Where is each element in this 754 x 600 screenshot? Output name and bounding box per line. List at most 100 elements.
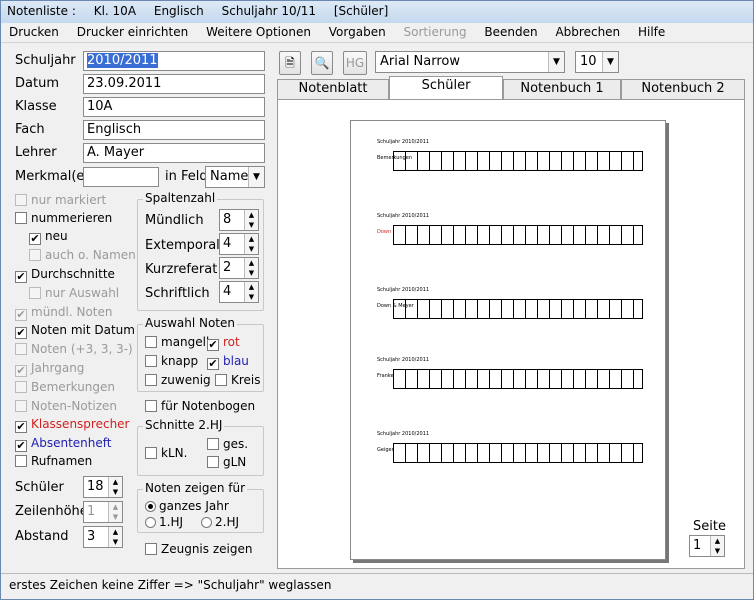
title-part: [Schüler]	[333, 4, 389, 18]
check-label: kLN.	[161, 446, 188, 460]
check-muendl-noten: ✔ mündl. Noten	[15, 305, 113, 321]
check-knapp[interactable]: knapp	[145, 354, 198, 368]
schriftlich-spinner[interactable]: 4 ▲ ▼	[219, 281, 259, 303]
check-nur-markiert: nur markiert	[15, 193, 106, 207]
check-noten-plus: Noten (+3, 3, 3-)	[15, 342, 133, 356]
check-rufnamen[interactable]: Rufnamen	[15, 454, 92, 468]
checkbox-icon	[29, 249, 41, 261]
checkbox-icon	[15, 455, 27, 467]
preview-block-name: Franke	[377, 373, 394, 379]
check-jahrgang: ✔ Jahrgang	[15, 361, 84, 377]
page-button[interactable]: 🗎	[279, 51, 301, 75]
lehrer-input[interactable]: A. Mayer	[83, 143, 265, 163]
checkmark-icon: ✔	[15, 270, 27, 283]
check-notenbogen[interactable]: für Notenbogen	[145, 399, 255, 413]
check-klassensprecher[interactable]: ✔ Klassensprecher	[15, 417, 130, 433]
spin-arrows-icon[interactable]: ▲ ▼	[244, 258, 258, 278]
schriftlich-value: 4	[223, 284, 232, 299]
checkmark-icon: ✔	[15, 439, 27, 452]
check-nummerieren[interactable]: nummerieren	[15, 211, 112, 225]
datum-input[interactable]: 23.09.2011	[83, 74, 265, 94]
zeilenhoehe-spinner: 1 ▲ ▼	[83, 501, 123, 523]
zoom-button[interactable]: 🔍	[311, 51, 333, 75]
check-zeugnis[interactable]: Zeugnis zeigen	[145, 542, 252, 556]
spin-arrows-icon[interactable]: ▲ ▼	[710, 536, 724, 556]
spin-arrows-icon[interactable]: ▲ ▼	[244, 210, 258, 230]
check-label: Klassensprecher	[31, 417, 130, 431]
merkmal-input[interactable]	[83, 167, 159, 187]
seite-label: Seite	[693, 519, 726, 534]
muendlich-spinner[interactable]: 8 ▲ ▼	[219, 209, 259, 231]
checkmark-icon: ✔	[15, 420, 27, 433]
menu-drucker-einrichten[interactable]: Drucker einrichten	[77, 25, 189, 39]
checkbox-icon	[145, 336, 157, 348]
tab-schueler[interactable]: Schüler	[389, 76, 503, 100]
check-neu[interactable]: ✔ neu	[29, 229, 68, 245]
spin-arrows-icon[interactable]: ▲ ▼	[244, 234, 258, 254]
klasse-label: Klasse	[15, 99, 57, 114]
schuljahr-label: Schuljahr	[15, 53, 76, 68]
menu-drucken[interactable]: Drucken	[9, 25, 59, 39]
menu-sortierung: Sortierung	[403, 25, 467, 39]
spin-arrows-icon[interactable]: ▲ ▼	[108, 477, 122, 497]
schuljahr-input[interactable]: 2010/2011	[83, 51, 265, 71]
checkbox-icon	[15, 343, 27, 355]
checkmark-icon: ✔	[15, 364, 27, 377]
check-blau[interactable]: ✔ blau	[207, 354, 249, 370]
muendlich-label: Mündlich	[145, 213, 204, 228]
check-absentenheft[interactable]: ✔ Absentenheft	[15, 436, 111, 452]
spin-arrows-icon[interactable]: ▲ ▼	[108, 527, 122, 547]
check-kreis[interactable]: Kreis	[215, 373, 261, 387]
abstand-spinner[interactable]: 3 ▲ ▼	[83, 526, 123, 548]
tab-notenblatt[interactable]: Notenblatt	[277, 79, 389, 99]
seite-spinner[interactable]: 1 ▲ ▼	[689, 535, 725, 557]
tab-notenbuch-2[interactable]: Notenbuch 2	[621, 79, 745, 99]
check-durchschnitte[interactable]: ✔ Durchschnitte	[15, 267, 115, 283]
menu-hilfe[interactable]: Hilfe	[638, 25, 665, 39]
check-kln[interactable]: kLN.	[145, 446, 187, 460]
size-select[interactable]: 10 ▼	[575, 51, 619, 73]
klasse-input[interactable]: 10A	[83, 97, 265, 117]
menu-beenden[interactable]: Beenden	[484, 25, 537, 39]
check-zuwenig[interactable]: zuwenig	[145, 373, 211, 387]
menu-weitere-optionen[interactable]: Weitere Optionen	[206, 25, 311, 39]
print-preview: Schuljahr 2010/2011 Bemerkungen Schuljah…	[277, 99, 745, 569]
spin-arrows-icon: ▲ ▼	[108, 502, 122, 522]
radio-ganzes-jahr[interactable]: ganzes Jahr	[145, 499, 229, 513]
preview-block-name: Down & Meyer	[377, 303, 414, 309]
schuljahr-value: 2010/2011	[87, 53, 158, 68]
check-ges[interactable]: ges.	[207, 437, 248, 451]
auswahl-title: Auswahl Noten	[143, 316, 237, 330]
radio-2hj[interactable]: 2.HJ	[201, 515, 239, 529]
preview-grid	[393, 225, 643, 245]
checkmark-icon: ✔	[29, 232, 41, 245]
checkbox-icon	[215, 374, 227, 386]
extemporale-spinner[interactable]: 4 ▲ ▼	[219, 233, 259, 255]
check-label: Zeugnis zeigen	[161, 542, 253, 556]
preview-block-name: Geiger	[377, 447, 394, 453]
preview-page: Schuljahr 2010/2011 Bemerkungen Schuljah…	[350, 120, 666, 560]
check-label: nur markiert	[31, 193, 107, 207]
lehrer-label: Lehrer	[15, 145, 57, 160]
hg-button: HG	[343, 51, 367, 75]
tab-notenbuch-1[interactable]: Notenbuch 1	[503, 79, 621, 99]
font-select[interactable]: Arial Narrow ▼	[375, 51, 565, 73]
preview-block: Schuljahr 2010/2011 Geiger	[371, 431, 647, 487]
menu-vorgaben[interactable]: Vorgaben	[329, 25, 386, 39]
check-noten-mit-datum[interactable]: ✔ Noten mit Datum	[15, 323, 135, 339]
menu-abbrechen[interactable]: Abbrechen	[555, 25, 620, 39]
infeld-select[interactable]: Name ▼	[205, 166, 265, 188]
status-bar: erstes Zeichen keine Ziffer => "Schuljah…	[1, 573, 753, 599]
muendlich-value: 8	[223, 212, 232, 227]
schueler-spinner[interactable]: 18 ▲ ▼	[83, 476, 123, 498]
radio-label: 2.HJ	[215, 515, 240, 529]
radio-1hj[interactable]: 1.HJ	[145, 515, 183, 529]
menu-bar: Drucken Drucker einrichten Weitere Optio…	[1, 23, 753, 43]
kurzreferat-spinner[interactable]: 2 ▲ ▼	[219, 257, 259, 279]
zeilenhoehe-value: 1	[87, 504, 96, 519]
fach-input[interactable]: Englisch	[83, 120, 265, 140]
check-rot[interactable]: ✔ rot	[207, 335, 240, 351]
title-part: Notenliste :	[7, 4, 76, 18]
check-gln[interactable]: gLN	[207, 455, 246, 469]
spin-arrows-icon[interactable]: ▲ ▼	[244, 282, 258, 302]
